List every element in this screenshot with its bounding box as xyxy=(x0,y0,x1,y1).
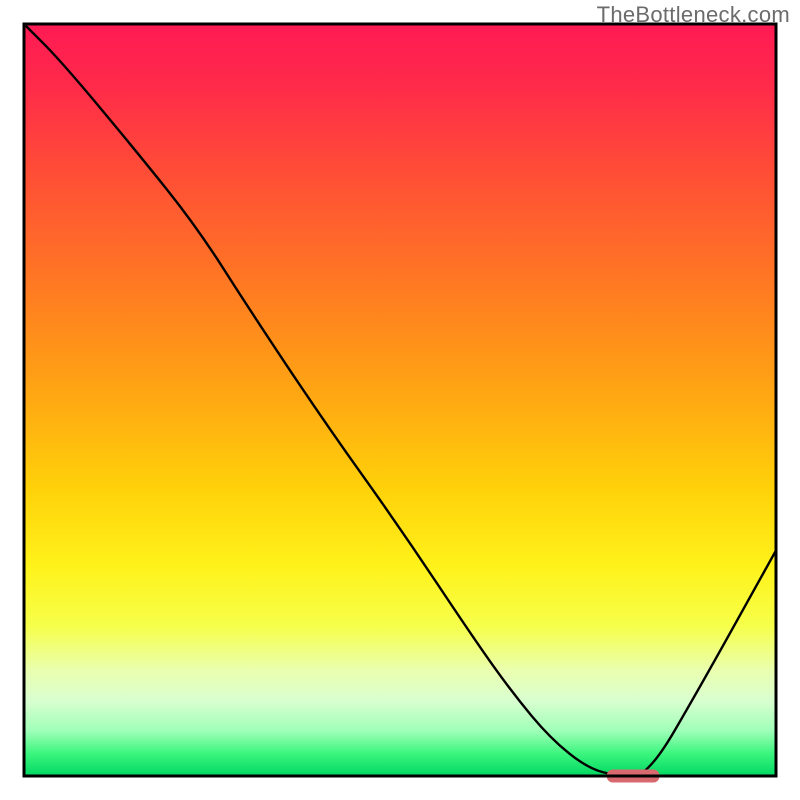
plot-area xyxy=(24,24,776,783)
watermark-text: TheBottleneck.com xyxy=(597,2,790,28)
chart-container: TheBottleneck.com xyxy=(0,0,800,800)
gradient-background xyxy=(24,24,776,776)
bottleneck-chart xyxy=(0,0,800,800)
